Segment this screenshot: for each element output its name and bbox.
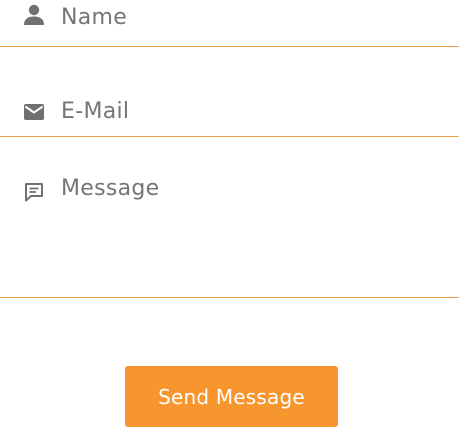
- send-message-button[interactable]: Send Message: [125, 366, 338, 427]
- name-placeholder: Name: [61, 5, 128, 30]
- email-placeholder: E-Mail: [61, 99, 130, 124]
- email-field[interactable]: E-Mail: [0, 92, 459, 137]
- message-placeholder: Message: [61, 176, 160, 201]
- name-field[interactable]: Name: [0, 0, 459, 47]
- user-icon: [24, 4, 44, 25]
- mail-icon: [24, 104, 44, 120]
- message-field[interactable]: Message: [0, 172, 459, 298]
- chat-icon: [25, 183, 43, 202]
